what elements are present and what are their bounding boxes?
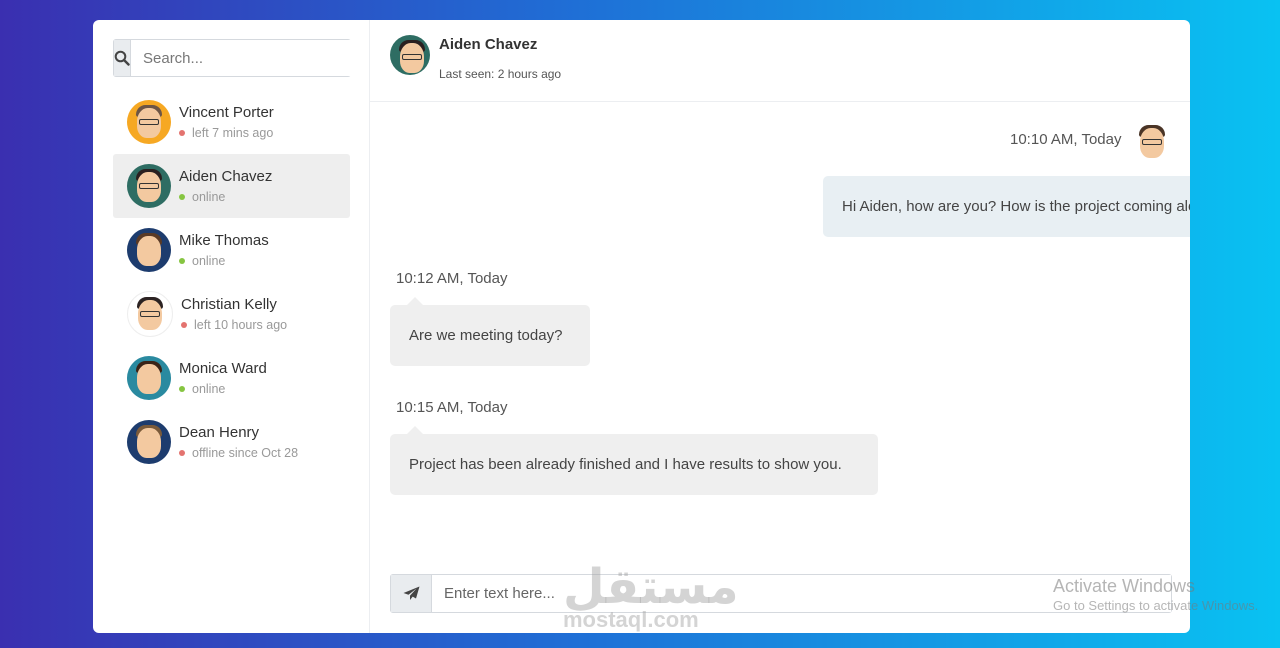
contact-list: Vincent Porter left 7 mins ago Aiden Cha…: [113, 90, 350, 474]
contact-name: Monica Ward: [179, 359, 267, 377]
contact-status: online: [192, 253, 226, 268]
paper-plane-icon: [403, 586, 419, 600]
avatar: [1130, 120, 1170, 160]
send-button[interactable]: [391, 575, 432, 612]
status-dot: [179, 130, 185, 136]
activate-title: Activate Windows: [1053, 576, 1196, 596]
avatar: [127, 420, 171, 464]
avatar: [127, 100, 171, 144]
chat-panel: Aiden Chavez Last seen: 2 hours ago 10:1…: [370, 20, 1190, 633]
search-input[interactable]: [131, 40, 354, 76]
status-dot: [179, 194, 185, 200]
contact-item[interactable]: Vincent Porter left 7 mins ago: [113, 90, 350, 154]
message-bubble-incoming: Are we meeting today?: [390, 305, 590, 366]
contact-item[interactable]: Aiden Chavez online: [113, 154, 350, 218]
search-icon: [114, 50, 130, 66]
contact-name: Vincent Porter: [179, 103, 274, 121]
contact-status: online: [192, 189, 226, 204]
bubble-tail: [407, 297, 423, 305]
avatar: [127, 291, 173, 337]
contact-status: offline since Oct 28: [192, 445, 299, 460]
message-bubble-incoming: Project has been already finished and I …: [390, 434, 878, 495]
status-dot: [179, 258, 185, 264]
contact-name: Christian Kelly: [181, 295, 277, 313]
bubble-tail: [407, 426, 423, 434]
search-box: [113, 39, 354, 77]
search-button[interactable]: [114, 40, 131, 76]
contact-item[interactable]: Christian Kelly left 10 hours ago: [113, 282, 350, 346]
message-time: 10:15 AM, Today: [396, 399, 508, 416]
message-time: 10:10 AM, Today: [1010, 131, 1122, 148]
avatar: [127, 356, 171, 400]
last-seen: Last seen: 2 hours ago: [439, 67, 562, 81]
contact-name: Aiden Chavez: [179, 167, 273, 185]
message-bubble-outgoing: Hi Aiden, how are you? How is the projec…: [823, 176, 1190, 237]
avatar: [127, 164, 171, 208]
contact-status: left 7 mins ago: [192, 125, 274, 140]
watermark-arabic: مستقل: [563, 559, 739, 615]
activate-windows-notice: Activate Windows Go to Settings to activ…: [1053, 575, 1258, 615]
contact-item[interactable]: Dean Henry offline since Oct 28: [113, 410, 350, 474]
chat-header: Aiden Chavez Last seen: 2 hours ago: [370, 20, 1190, 102]
message-time: 10:12 AM, Today: [396, 270, 508, 287]
contact-item[interactable]: Mike Thomas online: [113, 218, 350, 282]
status-dot: [179, 450, 185, 456]
status-dot: [181, 322, 187, 328]
watermark-logo: مستقل mostaql.com: [563, 562, 739, 632]
avatar: [127, 228, 171, 272]
chat-app-card: Vincent Porter left 7 mins ago Aiden Cha…: [93, 20, 1190, 633]
avatar[interactable]: [390, 35, 430, 75]
contact-status: online: [192, 381, 226, 396]
activate-subtitle: Go to Settings to activate Windows.: [1053, 598, 1259, 613]
contact-name: Dean Henry: [179, 423, 260, 441]
chat-contact-name: Aiden Chavez: [439, 36, 538, 53]
status-dot: [179, 386, 185, 392]
contact-item[interactable]: Monica Ward online: [113, 346, 350, 410]
contact-name: Mike Thomas: [179, 231, 269, 249]
contacts-sidebar: Vincent Porter left 7 mins ago Aiden Cha…: [93, 20, 370, 633]
contact-status: left 10 hours ago: [194, 317, 288, 332]
